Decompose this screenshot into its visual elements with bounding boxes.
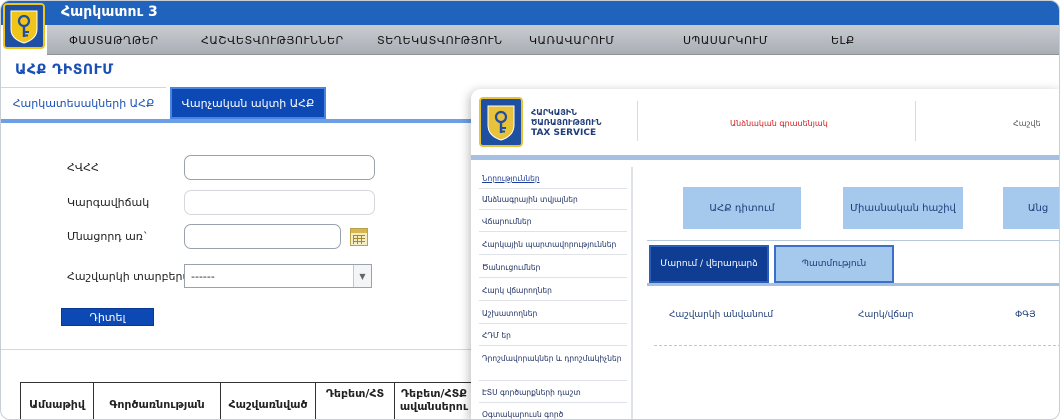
col-debit-advance: Դեբետ/ՀՏՔ ավանսերու (394, 382, 474, 419)
col-operation: Գործառնության (93, 382, 221, 419)
tab-history[interactable]: Պատմություն (774, 245, 894, 283)
menu-management[interactable]: ԿԱՌԱՎԱՐՈՒՄ (529, 34, 615, 47)
status-label: Կարգավիճակ (67, 196, 150, 209)
date-label: Մնացորդ առ` (67, 230, 149, 243)
col-tax-fee: Հարկ/վճար (858, 310, 914, 320)
menu-information[interactable]: ՏԵՂԵԿԱՏՎՈՒԹՅՈՒՆ (377, 34, 503, 47)
calendar-icon[interactable] (350, 228, 368, 246)
side-item-cash-registers[interactable]: ՀԴՄ եր (479, 330, 627, 346)
tax-service-logo (479, 97, 523, 147)
tax-service-header: ՀԱՐԿԱՅԻՆ ԾԱՌԱՅՈՒԹՅՈՒՆ TAX SERVICE Անձնակ… (471, 89, 1059, 155)
col-debit: Դեբետ/ՀՏ (315, 382, 395, 419)
side-item-news[interactable]: Նորություններ (479, 173, 627, 189)
menu-documents[interactable]: ՓԱՍՏԱԹՂԹԵՐ (69, 34, 158, 47)
view-button[interactable]: Դիտել (61, 308, 154, 326)
key-emblem-icon (10, 10, 38, 44)
tab-administrative-act[interactable]: Վարչական ակտի ԱՀՔ (170, 87, 326, 119)
menu-service[interactable]: ՍՊԱՍԱՐԿՈՒՄ (683, 34, 768, 47)
side-divider (631, 167, 633, 419)
divider (1, 349, 471, 350)
col-account-name: Հաշվարկի անվանում (669, 310, 774, 320)
tab-underline (1, 119, 471, 123)
header-right-text[interactable]: Հաշվե (1013, 119, 1041, 128)
tab-underline (647, 283, 1059, 286)
date-input[interactable] (184, 224, 341, 249)
app-window: Հարկատու 3 ՓԱՍՏԱԹՂԹԵՐ ՀԱՇՎԵՏՎՈՒԹՅՈՒՆՆԵՐ … (0, 0, 1060, 420)
side-item-useful[interactable]: Օգտակարուսն գործ (479, 409, 627, 419)
emblem-logo (3, 3, 45, 49)
side-item-tax-liabilities[interactable]: Հարկային պարտավորություններ (479, 239, 627, 255)
tax-service-name: ՀԱՐԿԱՅԻՆ ԾԱՌԱՅՈՒԹՅՈՒՆ TAX SERVICE (531, 108, 601, 138)
side-menu: Նորություններ Անձնագրային տվյալներ Վճարո… (479, 165, 635, 419)
col-third: ՓԳՅ (1015, 310, 1036, 320)
app-title: Հարկատու 3 (61, 4, 158, 20)
side-item-payments[interactable]: Վճարումներ (479, 216, 627, 232)
account-type-select[interactable]: ------ ▼ (184, 264, 372, 288)
tab-tax-types[interactable]: Հարկատեսակների ԱՀՔ (1, 87, 166, 119)
header-divider (637, 101, 638, 141)
page-title: ԱՀՔ ԴԻՏՈՒՄ (15, 62, 114, 78)
status-input (184, 190, 375, 215)
balance-view-button[interactable]: ԱՀՔ դիտում (683, 187, 801, 229)
personal-cabinet-title: Անձնական գրասենյակ (730, 119, 828, 128)
tab-repayment-refund[interactable]: Մարում / վերադարձ (649, 245, 769, 283)
org-line: ՀԱՐԿԱՅԻՆ (531, 108, 577, 117)
side-item-taxpayers[interactable]: Հարկ վճարողներ (479, 285, 627, 301)
account-type-value: ------ (191, 270, 215, 283)
side-item-ets-transactions[interactable]: ԷՏՍ գործարքների դաշտ (479, 387, 627, 403)
unified-account-button[interactable]: Միասնական հաշիվ (843, 187, 963, 229)
top-bar: Հարկատու 3 (1, 1, 1059, 25)
third-button[interactable]: Անց (1003, 187, 1059, 229)
menu-exit[interactable]: ԵԼՔ (831, 34, 855, 47)
account-type-label: Հաշվարկի տարբերակ (67, 270, 201, 283)
key-emblem-icon (487, 105, 515, 141)
side-item-passport-data[interactable]: Անձնագրային տվյալներ (479, 194, 627, 210)
header-bar (471, 155, 1059, 160)
tin-input[interactable] (184, 155, 375, 180)
side-item-notifications[interactable]: Ծանուցումներ (479, 262, 627, 278)
side-item-stamps[interactable]: Դրոշմավորակներ և դրոշմակիչներ (479, 353, 627, 381)
section-divider (647, 240, 1059, 241)
header-divider (915, 101, 916, 141)
org-line-en: TAX SERVICE (531, 128, 597, 138)
side-item-employees[interactable]: Աշխատողներ (479, 308, 627, 324)
main-menu: ՓԱՍՏԱԹՂԹԵՐ ՀԱՇՎԵՏՎՈՒԹՅՈՒՆՆԵՐ ՏԵՂԵԿԱՏՎՈՒԹ… (47, 25, 1059, 55)
table-dashed-line (654, 345, 1059, 346)
col-date: Ամսաթիվ (20, 382, 94, 419)
org-line: ԾԱՌԱՅՈՒԹՅՈՒՆ (531, 118, 602, 127)
tax-service-window: ՀԱՐԿԱՅԻՆ ԾԱՌԱՅՈՒԹՅՈՒՆ TAX SERVICE Անձնակ… (471, 89, 1059, 419)
menu-reports[interactable]: ՀԱՇՎԵՏՎՈՒԹՅՈՒՆՆԵՐ (201, 34, 344, 47)
tin-label: ՀՎՀՀ (67, 161, 99, 174)
chevron-down-icon[interactable]: ▼ (353, 265, 371, 287)
col-accounted: Հաշվառնված (220, 382, 316, 419)
